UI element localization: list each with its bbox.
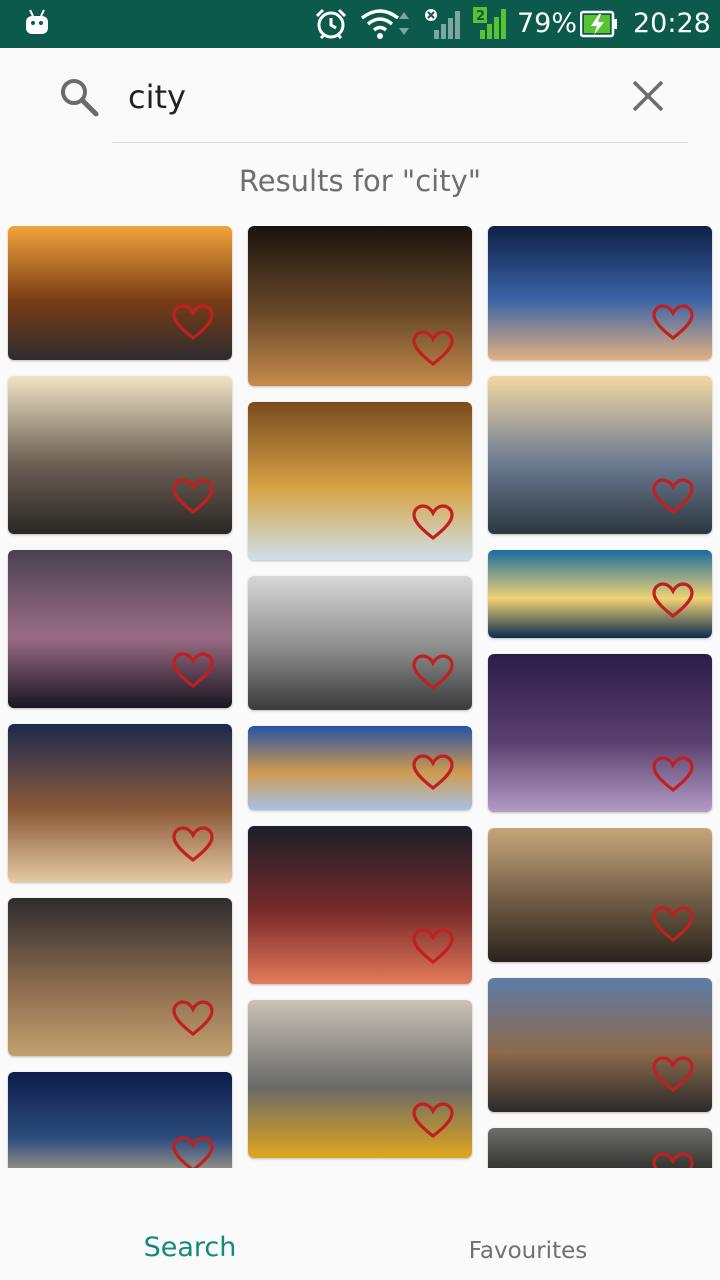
- photo-alley-night-lamps[interactable]: [248, 226, 472, 386]
- search-input[interactable]: [128, 74, 608, 120]
- photo-coastal-city-dusk[interactable]: [488, 376, 712, 534]
- signal-sim2-icon: 2: [473, 7, 506, 39]
- photo-street-crowd-sunlight[interactable]: [8, 376, 232, 534]
- photo-sepia-city-reflection[interactable]: [488, 828, 712, 962]
- bottom-navigation: Search Favourites: [0, 1200, 720, 1280]
- photo-snowy-village-night[interactable]: [8, 724, 232, 882]
- close-icon[interactable]: [630, 78, 666, 114]
- heart-icon[interactable]: [172, 478, 214, 516]
- heart-icon[interactable]: [652, 906, 694, 944]
- photo-foggy-night-city[interactable]: [8, 550, 232, 708]
- battery-charging-icon: [580, 10, 617, 38]
- heart-icon[interactable]: [652, 478, 694, 516]
- heart-icon[interactable]: [412, 754, 454, 792]
- heart-icon[interactable]: [412, 504, 454, 542]
- svg-text:2: 2: [476, 9, 485, 24]
- heart-icon[interactable]: [412, 928, 454, 966]
- results-grid[interactable]: [0, 226, 720, 1168]
- nav-favourites-tab[interactable]: Favourites: [348, 1238, 708, 1264]
- heart-icon[interactable]: [652, 756, 694, 794]
- heart-icon[interactable]: [172, 1000, 214, 1038]
- photo-iron-bridge-brick[interactable]: [488, 978, 712, 1112]
- wifi-icon: [360, 9, 409, 39]
- photo-riverside-panorama[interactable]: [248, 726, 472, 810]
- heart-icon[interactable]: [172, 1136, 214, 1168]
- photo-yellow-taxis-street[interactable]: [248, 1000, 472, 1158]
- android-icon: [26, 9, 48, 34]
- heart-icon[interactable]: [652, 582, 694, 620]
- photo-highway-light-trails[interactable]: [488, 226, 712, 360]
- heart-icon[interactable]: [652, 1152, 694, 1168]
- photo-neon-street-rain[interactable]: [248, 826, 472, 984]
- heart-icon[interactable]: [172, 652, 214, 690]
- photo-singapore-night-skyline[interactable]: [8, 1072, 232, 1168]
- heart-icon[interactable]: [412, 654, 454, 692]
- photo-sunset-city-skyline[interactable]: [8, 226, 232, 360]
- heart-icon[interactable]: [652, 1056, 694, 1094]
- heart-icon[interactable]: [652, 304, 694, 342]
- heart-icon[interactable]: [172, 304, 214, 342]
- clock: 20:28: [633, 8, 711, 39]
- photo-harbour-panorama[interactable]: [488, 550, 712, 638]
- heart-icon[interactable]: [412, 1102, 454, 1140]
- photo-black-white-skyline[interactable]: [248, 576, 472, 710]
- search-divider: [112, 142, 688, 143]
- alarm-icon: [315, 8, 347, 40]
- signal-no-sim-icon: [425, 9, 460, 39]
- heart-icon[interactable]: [412, 330, 454, 368]
- status-bar: 2 79% 20:28: [0, 0, 720, 48]
- nav-search-tab[interactable]: Search: [10, 1232, 370, 1263]
- battery-percent: 79%: [517, 8, 578, 39]
- results-heading: Results for "city": [238, 164, 482, 198]
- photo-bridge-night-skyline[interactable]: [488, 654, 712, 812]
- photo-aerial-night-buildings[interactable]: [8, 898, 232, 1056]
- photo-glass-towers-looking-up[interactable]: [248, 402, 472, 560]
- photo-blurred-street[interactable]: [488, 1128, 712, 1168]
- heart-icon[interactable]: [172, 826, 214, 864]
- search-icon[interactable]: [58, 76, 100, 118]
